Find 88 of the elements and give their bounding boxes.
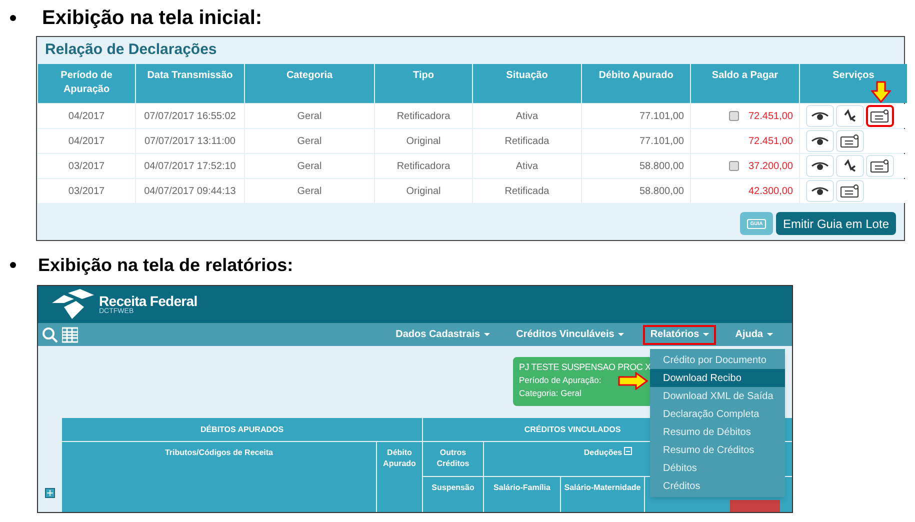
table-cell: Geral [245, 129, 374, 153]
table-cell: 07/07/2017 16:55:02 [136, 104, 244, 128]
caret-icon [484, 333, 490, 336]
table-cell: Retificadora [375, 154, 472, 178]
column-header: Data Transmissão [136, 64, 244, 103]
amount-text: 72.451,00 [748, 110, 793, 124]
bullet-icon [10, 15, 16, 21]
dropdown-item[interactable]: Download Recibo [650, 369, 785, 387]
dropdown-item[interactable]: Download XML de Saída [650, 387, 785, 405]
amount-text: 42.300,00 [748, 184, 793, 198]
table-cell: Geral [245, 104, 374, 128]
column-header: Débito Apurado [582, 64, 690, 103]
table-cell: Retificada [473, 179, 581, 203]
menu-item[interactable]: Ajuda [728, 324, 780, 345]
menu-item[interactable]: Créditos Vinculáveis [509, 324, 632, 345]
document-icon [870, 109, 890, 123]
table-cell: 04/2017 [38, 104, 135, 128]
caret-icon [767, 333, 773, 336]
batch-guide-button[interactable]: Emitir Guia em Lote [776, 212, 896, 235]
dropdown-item[interactable]: Crédito por Documento [650, 351, 785, 369]
table-cell: 58.800,00 [582, 154, 690, 178]
group-header: DÉBITOS APURADOS [62, 418, 422, 441]
dropdown-item[interactable]: Débitos [650, 459, 785, 477]
arrow-annotation-icon [618, 372, 648, 390]
table-cell: Ativa [473, 154, 581, 178]
arrow-annotation-icon [871, 81, 891, 103]
document-icon [840, 134, 860, 148]
group-header: CRÉDITOS VINCULADOS [524, 424, 621, 436]
table-cell: 04/2017 [38, 129, 135, 153]
table-cell: Ativa [473, 104, 581, 128]
table-cell: 58.800,00 [582, 179, 690, 203]
section-heading: Exibição na tela de relatórios: [38, 254, 294, 277]
eye-icon [811, 136, 829, 146]
column-header: Outros Créditos [423, 442, 483, 476]
eye-icon [811, 186, 829, 196]
table-cell: Retificada [473, 129, 581, 153]
caret-icon [703, 333, 710, 336]
dropdown-item[interactable]: Declaração Completa [650, 405, 785, 423]
menu-item[interactable]: Relatórios [643, 324, 716, 345]
eye-icon [811, 111, 829, 121]
menu-item[interactable]: Dados Cadastrais [388, 324, 498, 345]
table-cell: 03/2017 [38, 154, 135, 178]
table-cell: Geral [245, 179, 374, 203]
document-icon [870, 159, 890, 173]
service-button[interactable] [866, 105, 894, 127]
dropdown-item[interactable]: Resumo de Débitos [650, 423, 785, 441]
table-cell: 03/2017 [38, 179, 135, 203]
section-heading: Exibição na tela inicial: [42, 6, 262, 31]
logo-icon [50, 288, 96, 321]
column-header: Deduções [584, 447, 622, 459]
amount-text: 37.200,00 [748, 160, 793, 174]
eye-icon [811, 161, 829, 171]
search-icon[interactable] [42, 326, 58, 343]
column-header: Tributos/Códigos de Receita [62, 442, 376, 512]
checkbox[interactable] [728, 161, 738, 171]
checkbox[interactable] [728, 111, 738, 121]
column-header: Período de Apuração [38, 64, 135, 103]
table-cell: Original [375, 179, 472, 203]
info-text: Período de Apuração: [519, 374, 602, 387]
column-header: Categoria [245, 64, 374, 103]
brand-name: Receita Federal [99, 294, 198, 308]
panel-title: Relação de Declarações [45, 40, 217, 60]
table-cell: Geral [245, 154, 374, 178]
grid-icon[interactable] [62, 326, 78, 343]
table-cell: Retificadora [375, 104, 472, 128]
table-cell: Original [375, 129, 472, 153]
bullet-icon [10, 262, 16, 268]
column-header: Tipo [375, 64, 472, 103]
column-header: Suspensão [423, 477, 483, 512]
dropdown-item[interactable]: Resumo de Créditos [650, 441, 785, 459]
column-header: Salário-Maternidade [561, 477, 644, 512]
caret-icon [618, 333, 624, 336]
table-cell: 04/07/2017 09:44:13 [136, 179, 244, 203]
zigzag-icon [844, 159, 856, 173]
expand-icon[interactable] [45, 488, 55, 498]
info-text: Categoria: Geral [519, 387, 582, 400]
column-header: Salário-Família [484, 477, 560, 512]
table-cell: 77.101,00 [582, 129, 690, 153]
column-header: Situação [473, 64, 581, 103]
document-icon [840, 184, 860, 198]
table-cell: 77.101,00 [582, 104, 690, 128]
column-header: Saldo a Pagar [691, 64, 799, 103]
collapse-icon[interactable] [624, 447, 632, 455]
column-header: Débito Apurado [377, 442, 422, 512]
table-cell: 07/07/2017 13:11:00 [136, 129, 244, 153]
zigzag-icon [844, 109, 856, 123]
amount-text: 72.451,00 [748, 134, 793, 148]
table-cell: 04/07/2017 17:52:10 [136, 154, 244, 178]
